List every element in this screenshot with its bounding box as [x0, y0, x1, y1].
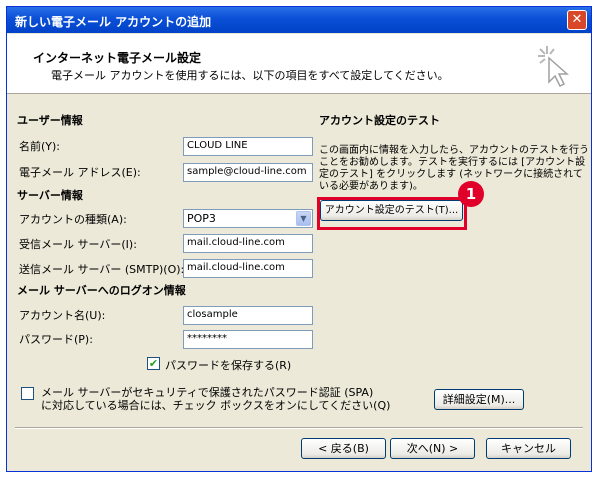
account-name-input[interactable]: closample — [183, 306, 313, 325]
outgoing-server-label: 送信メール サーバー (SMTP)(O): — [19, 263, 185, 276]
outgoing-server-input[interactable]: mail.cloud-line.com — [183, 259, 313, 278]
server-info-heading: サーバー情報 — [17, 189, 83, 202]
email-label: 電子メール アドレス(E): — [19, 166, 141, 179]
account-type-select[interactable]: POP3 ▼ — [183, 209, 313, 228]
password-label: パスワード(P): — [19, 333, 93, 346]
spa-checkbox[interactable] — [21, 387, 34, 400]
logon-info-heading: メール サーバーへのログオン情報 — [17, 284, 186, 297]
next-button[interactable]: 次へ(N) > — [390, 438, 475, 459]
email-input[interactable]: sample@cloud-line.com — [183, 163, 313, 182]
spa-label-line1: メール サーバーがセキュリティで保護されたパスワード認証 (SPA) — [41, 386, 374, 399]
page-subtitle: 電子メール アカウントを使用するには、以下の項目をすべて設定してください。 — [51, 69, 449, 82]
back-button[interactable]: < 戻る(B) — [301, 438, 386, 459]
more-settings-button[interactable]: 詳細設定(M)... — [434, 389, 524, 410]
dialog-window: 新しい電子メール アカウントの追加 ✕ インターネット電子メール設定 電子メール… — [6, 6, 592, 472]
window-title: 新しい電子メール アカウントの追加 — [15, 15, 212, 29]
cursor-sparkle-icon — [538, 46, 569, 88]
step-number-badge: 1 — [458, 181, 484, 207]
name-label: 名前(Y): — [19, 140, 61, 153]
spa-label[interactable]: メール サーバーがセキュリティで保護されたパスワード認証 (SPA) に対応して… — [41, 386, 390, 412]
test-account-settings-button[interactable]: アカウント設定のテスト(T)... — [320, 200, 463, 221]
remember-password-checkbox[interactable]: ✔ — [147, 357, 160, 370]
footer-divider — [15, 427, 583, 429]
cancel-button[interactable]: キャンセル — [486, 438, 571, 459]
account-name-label: アカウント名(U): — [19, 309, 106, 322]
chevron-down-icon[interactable]: ▼ — [296, 211, 311, 226]
user-info-heading: ユーザー情報 — [17, 114, 83, 127]
password-input[interactable]: ******** — [183, 330, 313, 349]
page-title: インターネット電子メール設定 — [33, 51, 202, 65]
account-type-label: アカウントの種類(A): — [19, 213, 127, 226]
header-band: インターネット電子メール設定 電子メール アカウントを使用するには、以下の項目を… — [7, 34, 591, 94]
test-description: この画面内に情報を入力したら、アカウントのテストを行うことをお勧めします。テスト… — [319, 145, 589, 192]
test-heading: アカウント設定のテスト — [319, 114, 440, 127]
name-input[interactable]: CLOUD LINE — [183, 137, 313, 156]
title-bar[interactable]: 新しい電子メール アカウントの追加 ✕ — [7, 7, 591, 33]
account-type-value: POP3 — [187, 212, 216, 225]
spa-label-line2: に対応している場合には、チェック ボックスをオンにしてください(Q) — [41, 399, 391, 412]
remember-password-label[interactable]: パスワードを保存する(R) — [165, 357, 291, 373]
close-button[interactable]: ✕ — [567, 10, 587, 30]
incoming-server-label: 受信メール サーバー(I): — [19, 238, 137, 251]
incoming-server-input[interactable]: mail.cloud-line.com — [183, 234, 313, 253]
